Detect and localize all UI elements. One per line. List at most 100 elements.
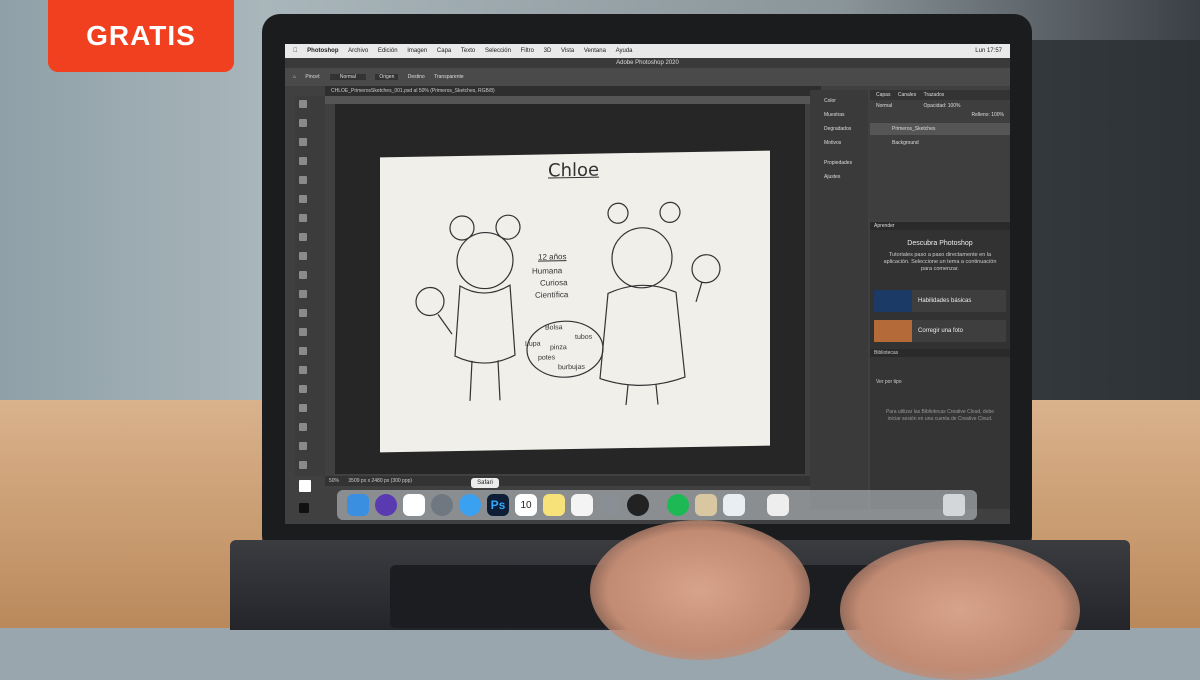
learn-tab[interactable]: Aprender [870, 222, 1010, 230]
menu-item-vista[interactable]: Vista [561, 48, 574, 54]
apple-icon[interactable]:  [293, 48, 298, 54]
options-bar: ⌂ Pincel: Normal Origen Destino Transpar… [285, 68, 1010, 86]
move-tool-icon[interactable] [299, 100, 307, 108]
marquee-tool-icon[interactable] [299, 119, 307, 127]
menu-item-ayuda[interactable]: Ayuda [616, 48, 633, 54]
dodge-tool-icon[interactable] [299, 347, 307, 355]
learn-card-basic-skills[interactable]: Habilidades básicas [874, 290, 1006, 312]
document-size: 3509 px x 2480 px (300 ppp) [348, 478, 413, 484]
libraries-tab[interactable]: Bibliotecas [870, 349, 1010, 357]
lasso-tool-icon[interactable] [299, 138, 307, 146]
gratis-badge: GRATIS [48, 0, 234, 72]
eyedropper-icon[interactable] [299, 195, 307, 203]
hand-left [590, 520, 810, 660]
davinci-icon[interactable] [627, 494, 649, 516]
safari-icon[interactable] [459, 494, 481, 516]
horizontal-ruler [325, 96, 815, 104]
laptop-screen:  Photoshop Archivo Edición Imagen Capa … [285, 44, 1010, 524]
layer-row-background[interactable]: Background [870, 137, 1010, 149]
launchpad-icon[interactable] [431, 494, 453, 516]
path-select-icon[interactable] [299, 404, 307, 412]
hand-tool-icon[interactable] [299, 442, 307, 450]
siri-icon[interactable] [375, 494, 397, 516]
learn-title: Descubra Photoshop [907, 240, 973, 247]
eraser-tool-icon[interactable] [299, 290, 307, 298]
reminders-icon[interactable] [571, 494, 593, 516]
healing-tool-icon[interactable] [299, 214, 307, 222]
destination-button[interactable]: Destino [408, 74, 425, 80]
zoom-tool-icon[interactable] [299, 461, 307, 469]
panel-gradients[interactable]: Degradados [810, 122, 868, 136]
mode-select[interactable]: Normal [329, 74, 366, 80]
menu-item-seleccion[interactable]: Selección [485, 48, 511, 54]
blend-mode-select[interactable]: Normal [876, 103, 892, 109]
blur-tool-icon[interactable] [299, 328, 307, 336]
menu-item-edicion[interactable]: Edición [378, 48, 398, 54]
stamp-tool-icon[interactable] [299, 252, 307, 260]
fill-value[interactable]: 100% [991, 112, 1004, 118]
finder-icon[interactable] [347, 494, 369, 516]
system-preferences-icon[interactable] [599, 494, 621, 516]
menu-item-imagen[interactable]: Imagen [407, 48, 427, 54]
menu-item-3d[interactable]: 3D [544, 48, 552, 54]
menu-app[interactable]: Photoshop [307, 48, 338, 54]
panel-adjustments[interactable]: Ajustes [810, 170, 868, 184]
sketch-paper: Chloe 12 años Humana Curiosa Científica … [380, 150, 770, 453]
panel-swatches[interactable]: Muestras [810, 108, 868, 122]
transparent-checkbox[interactable]: Transparente [434, 74, 464, 80]
preview-icon[interactable] [723, 494, 745, 516]
menu-item-filtro[interactable]: Filtro [521, 48, 534, 54]
libraries-panel: Bibliotecas Ver por tipo Para utilizar l… [870, 349, 1010, 509]
panel-properties[interactable]: Propiedades [810, 156, 868, 170]
itunes-icon[interactable] [695, 494, 717, 516]
magic-wand-icon[interactable] [299, 157, 307, 165]
home-icon[interactable]: ⌂ [293, 74, 296, 80]
music-icon[interactable] [767, 494, 789, 516]
tab-layers[interactable]: Capas [876, 92, 890, 98]
photoshop-icon[interactable]: Ps [487, 494, 509, 516]
status-bar: 50% 3509 px x 2480 px (300 ppp) [325, 476, 819, 486]
dock-tooltip: Safari [471, 478, 499, 488]
document-tab[interactable]: CHLOE_PrimerosSketches_001.psd al 50% (P… [325, 86, 821, 96]
origin-button[interactable]: Origen [375, 74, 399, 80]
card-thumbnail [874, 320, 912, 342]
tools-panel [295, 96, 325, 513]
brush-tool-icon[interactable] [299, 233, 307, 241]
menu-item-texto[interactable]: Texto [461, 48, 475, 54]
slack-icon[interactable] [403, 494, 425, 516]
foreground-color-swatch[interactable] [299, 480, 311, 492]
sketch-note-curious: Curiosa [540, 278, 568, 288]
menu-clock[interactable]: Lun 17:57 [975, 44, 1002, 58]
opacity-value[interactable]: 100% [948, 103, 961, 109]
trash-icon[interactable] [943, 494, 965, 516]
background-color-swatch[interactable] [299, 503, 309, 513]
sketch-bag-label: Bolsa [545, 324, 563, 332]
learn-card-fix-photo[interactable]: Corregir una foto [874, 320, 1006, 342]
mac-dock: Ps 10 [337, 490, 977, 520]
notes-icon[interactable] [543, 494, 565, 516]
panel-color[interactable]: Color [810, 94, 868, 108]
menu-item-capa[interactable]: Capa [437, 48, 451, 54]
zoom-level[interactable]: 50% [329, 478, 339, 484]
spotify-icon[interactable] [667, 494, 689, 516]
shape-tool-icon[interactable] [299, 423, 307, 431]
view-by-select[interactable]: Ver por tipo [876, 379, 1010, 385]
sketch-bag-magnifier: Lupa [525, 340, 541, 348]
type-tool-icon[interactable] [299, 385, 307, 393]
layers-panel: Capas Canales Trazados Normal Opacidad: … [870, 90, 1010, 220]
pen-tool-icon[interactable] [299, 366, 307, 374]
layer-row-sketches[interactable]: Primeros_Sketches [870, 123, 1010, 135]
tab-paths[interactable]: Trazados [924, 92, 945, 98]
menu-item-archivo[interactable]: Archivo [348, 48, 368, 54]
history-brush-icon[interactable] [299, 271, 307, 279]
calendar-icon[interactable]: 10 [515, 494, 537, 516]
panel-patterns[interactable]: Motivos [810, 136, 868, 150]
crop-tool-icon[interactable] [299, 176, 307, 184]
photoshop-window-title: Adobe Photoshop 2020 [285, 58, 1010, 68]
laptop-bezel:  Photoshop Archivo Edición Imagen Capa … [262, 14, 1032, 554]
fill-label: Relleno: [971, 112, 990, 118]
menu-item-ventana[interactable]: Ventana [584, 48, 606, 54]
gradient-tool-icon[interactable] [299, 309, 307, 317]
tab-channels[interactable]: Canales [898, 92, 916, 98]
sketch-drawing [415, 201, 721, 406]
